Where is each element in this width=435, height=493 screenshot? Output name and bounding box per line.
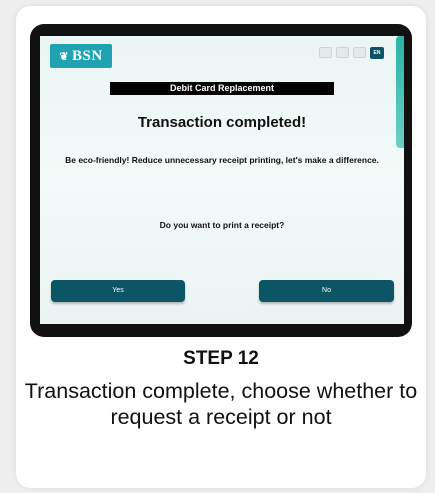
no-button[interactable]: No [259,280,394,302]
language-option-3[interactable] [353,47,366,58]
language-option-2[interactable] [336,47,349,58]
page-title: Debit Card Replacement [110,82,334,95]
kiosk-screen: ❦ BSN EN Debit Card Replacement Transact… [40,36,404,324]
step-description: Transaction complete, choose whether to … [24,379,418,429]
receipt-question: Do you want to print a receipt? [159,220,285,230]
bsn-logo-text: BSN [72,47,103,64]
bsn-logo-icon: ❦ [59,50,70,63]
eco-message: Be eco-friendly! Reduce unnecessary rece… [65,155,379,165]
step-title: STEP 12 [183,348,259,369]
transaction-heading: Transaction completed! [137,114,307,131]
yes-button[interactable]: Yes [51,280,185,302]
screen-accent-bar [396,36,404,148]
language-selector: EN [319,47,384,59]
bsn-logo: ❦ BSN [50,44,112,68]
language-option-1[interactable] [319,47,332,58]
language-option-en[interactable]: EN [370,47,384,59]
